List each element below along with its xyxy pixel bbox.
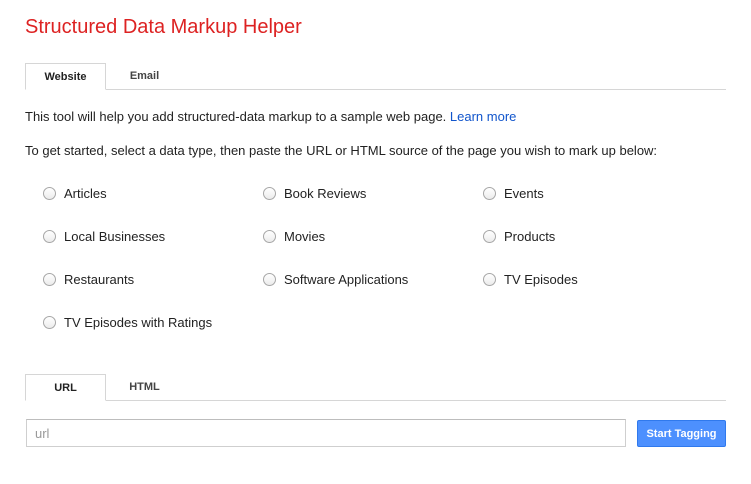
- data-type-label: TV Episodes: [504, 272, 578, 287]
- data-type-restaurants[interactable]: Restaurants: [43, 272, 134, 287]
- radio-button[interactable]: [263, 273, 276, 286]
- radio-button[interactable]: [483, 187, 496, 200]
- page-title: Structured Data Markup Helper: [25, 16, 302, 38]
- intro-text: This tool will help you add structured-d…: [25, 109, 516, 125]
- tab-html[interactable]: HTML: [106, 374, 183, 400]
- data-type-label: Products: [504, 229, 556, 244]
- radio-button[interactable]: [43, 187, 56, 200]
- input-tabs: URL HTML: [25, 374, 726, 401]
- learn-more-link[interactable]: Learn more: [450, 109, 516, 124]
- data-type-label: Book Reviews: [284, 186, 367, 201]
- data-type-products[interactable]: Products: [483, 229, 555, 244]
- data-type-label: Articles: [64, 186, 107, 201]
- intro-description: This tool will help you add structured-d…: [25, 109, 447, 124]
- tab-email[interactable]: Email: [106, 63, 183, 89]
- tab-url[interactable]: URL: [25, 374, 106, 401]
- data-type-tv-episodes[interactable]: TV Episodes: [483, 272, 578, 287]
- data-type-local-businesses[interactable]: Local Businesses: [43, 229, 165, 244]
- radio-button[interactable]: [43, 316, 56, 329]
- data-type-movies[interactable]: Movies: [263, 229, 325, 244]
- data-type-label: TV Episodes with Ratings: [64, 315, 213, 330]
- radio-button[interactable]: [263, 230, 276, 243]
- data-type-articles[interactable]: Articles: [43, 186, 107, 201]
- url-input[interactable]: [26, 419, 626, 447]
- data-type-software-applications[interactable]: Software Applications: [263, 272, 408, 287]
- instructions-text: To get started, select a data type, then…: [25, 143, 658, 158]
- data-type-book-reviews[interactable]: Book Reviews: [263, 186, 366, 201]
- start-tagging-button[interactable]: Start Tagging: [637, 420, 726, 447]
- data-type-label: Restaurants: [64, 272, 135, 287]
- data-type-label: Software Applications: [284, 272, 409, 287]
- radio-button[interactable]: [483, 230, 496, 243]
- data-type-events[interactable]: Events: [483, 186, 544, 201]
- radio-button[interactable]: [43, 230, 56, 243]
- data-type-label: Movies: [284, 229, 326, 244]
- data-type-tv-episodes-with-ratings[interactable]: TV Episodes with Ratings: [43, 315, 212, 330]
- radio-button[interactable]: [483, 273, 496, 286]
- tab-website[interactable]: Website: [25, 63, 106, 90]
- data-type-label: Events: [504, 186, 544, 201]
- source-tabs: Website Email: [25, 63, 726, 90]
- data-type-label: Local Businesses: [64, 229, 166, 244]
- radio-button[interactable]: [263, 187, 276, 200]
- radio-button[interactable]: [43, 273, 56, 286]
